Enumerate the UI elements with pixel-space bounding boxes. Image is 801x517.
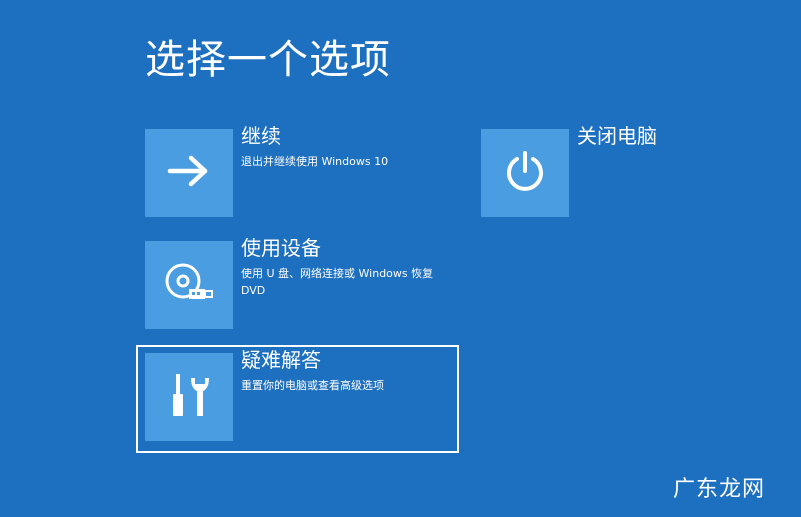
use-device-label: 使用设备 xyxy=(241,236,321,260)
troubleshoot-description: 重置你的电脑或查看高级选项 xyxy=(241,379,384,392)
page-title: 选择一个选项 xyxy=(145,37,391,83)
troubleshoot-option[interactable]: 疑难解答 重置你的电脑或查看高级选项 xyxy=(145,348,445,441)
arrow-right-icon xyxy=(167,154,211,192)
shutdown-tile[interactable] xyxy=(481,129,569,217)
disc-drive-icon xyxy=(163,259,215,311)
use-device-option[interactable]: 使用设备 使用 U 盘、网络连接或 Windows 恢复 DVD xyxy=(145,236,445,329)
use-device-tile[interactable] xyxy=(145,241,233,329)
continue-option[interactable]: 继续 退出并继续使用 Windows 10 xyxy=(145,124,445,217)
continue-description: 退出并继续使用 Windows 10 xyxy=(241,155,389,168)
shutdown-label: 关闭电脑 xyxy=(577,124,657,148)
use-device-description: 使用 U 盘、网络连接或 Windows 恢复 DVD xyxy=(241,267,434,297)
tools-icon xyxy=(167,372,211,422)
continue-label: 继续 xyxy=(241,124,281,148)
troubleshoot-label: 疑难解答 xyxy=(241,348,321,372)
power-icon xyxy=(503,149,547,197)
troubleshoot-tile[interactable] xyxy=(145,353,233,441)
continue-tile[interactable] xyxy=(145,129,233,217)
watermark-text: 广东龙网 xyxy=(672,477,765,502)
shutdown-option[interactable]: 关闭电脑 xyxy=(481,124,721,217)
